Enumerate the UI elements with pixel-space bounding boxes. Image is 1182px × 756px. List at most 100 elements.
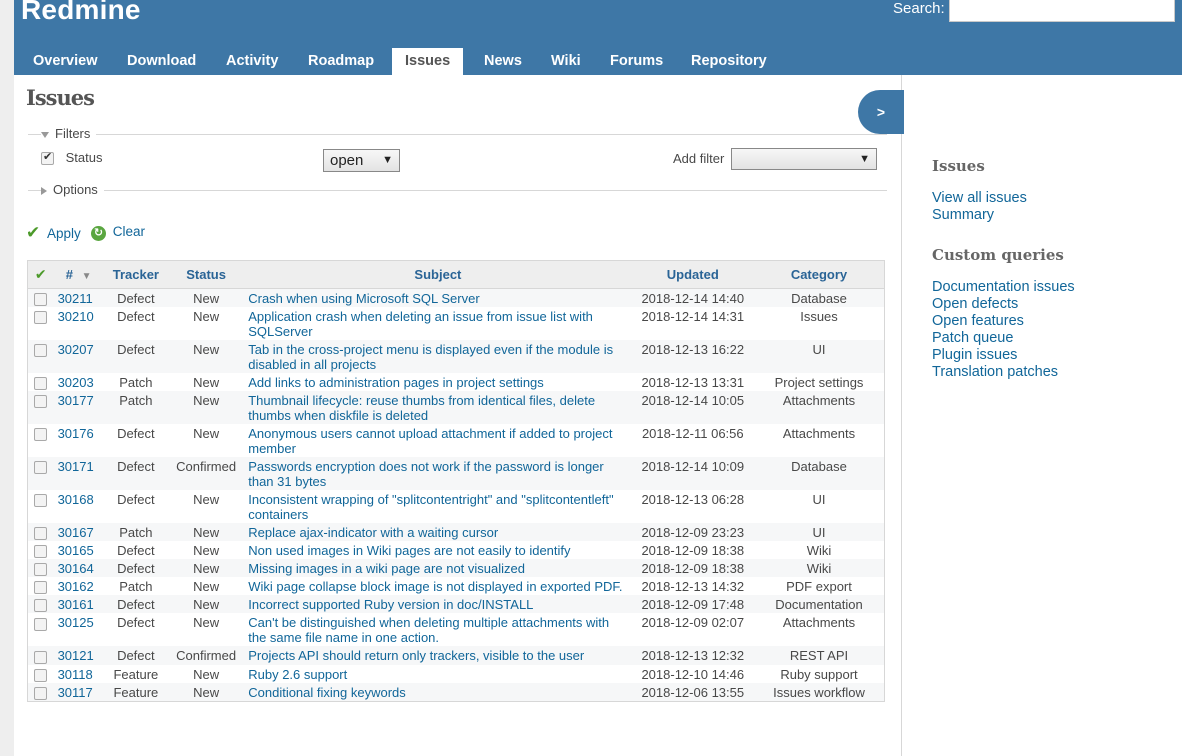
app-title[interactable]: Redmine xyxy=(21,0,141,26)
issue-id-link[interactable]: 30211 xyxy=(58,291,93,306)
column-header-updated[interactable]: Updated xyxy=(631,260,754,289)
query-link-patch-queue[interactable]: Patch queue xyxy=(932,330,1013,346)
issue-subject-link[interactable]: Anonymous users cannot upload attachment… xyxy=(248,426,612,456)
table-row[interactable]: 30161 Defect New Incorrect supported Ruby v… xyxy=(27,595,885,614)
row-checkbox[interactable] xyxy=(34,377,48,391)
tab-overview[interactable]: Overview xyxy=(20,48,111,75)
sidebar-link-view-all-issues[interactable]: View all issues xyxy=(932,190,1027,206)
query-link-open-features[interactable]: Open features xyxy=(932,313,1024,329)
table-row[interactable]: 30125 Defect New Can't be distinguished whe… xyxy=(27,613,885,647)
table-row[interactable]: 30210 Defect New Application crash when del… xyxy=(27,307,885,341)
row-checkbox[interactable] xyxy=(34,293,48,307)
table-row[interactable]: 30167 Patch New Replace ajax-indicator with… xyxy=(27,523,885,542)
tab-wiki[interactable]: Wiki xyxy=(538,48,594,75)
issue-id-link[interactable]: 30168 xyxy=(58,492,94,507)
issue-id-link[interactable]: 30117 xyxy=(58,685,93,700)
table-row[interactable]: 30168 Defect New Inconsistent wrapping of "… xyxy=(27,490,885,524)
row-checkbox[interactable] xyxy=(34,344,48,358)
sidebar-toggle-button[interactable]: > xyxy=(858,90,904,134)
column-header-subject[interactable]: Subject xyxy=(244,260,632,289)
toggle-all-header[interactable]: ✔ xyxy=(27,260,54,289)
issue-id-link[interactable]: 30164 xyxy=(58,561,94,576)
issue-id-link[interactable]: 30203 xyxy=(58,375,94,390)
options-legend[interactable]: Options xyxy=(41,182,104,197)
issue-id-link[interactable]: 30177 xyxy=(58,393,94,408)
row-checkbox[interactable] xyxy=(34,563,48,577)
query-link-open-defects[interactable]: Open defects xyxy=(932,296,1018,312)
issue-id-link[interactable]: 30207 xyxy=(58,342,94,357)
issue-subject-link[interactable]: Missing images in a wiki page are not vi… xyxy=(248,561,525,576)
table-row[interactable]: 30162 Patch New Wiki page collapse block im… xyxy=(27,577,885,596)
query-link-plugin-issues[interactable]: Plugin issues xyxy=(932,347,1017,363)
table-row[interactable]: 30177 Patch New Thumbnail lifecycle: reuse … xyxy=(27,391,885,425)
status-filter-checkbox[interactable] xyxy=(41,150,54,166)
clear-button[interactable]: ↻ Clear xyxy=(91,224,145,241)
column-header-status[interactable]: Status xyxy=(167,260,245,289)
tab-download[interactable]: Download xyxy=(114,48,209,75)
issue-subject-link[interactable]: Ruby 2.6 support xyxy=(248,667,347,682)
issue-subject-link[interactable]: Wiki page collapse block image is not di… xyxy=(248,579,622,594)
tab-forums[interactable]: Forums xyxy=(597,48,676,75)
table-row[interactable]: 30203 Patch New Add links to administration… xyxy=(27,373,885,392)
apply-button[interactable]: ✔ Apply xyxy=(26,223,81,243)
row-checkbox[interactable] xyxy=(34,428,48,442)
add-filter-select[interactable]: ▼ xyxy=(731,148,877,170)
issue-subject-link[interactable]: Application crash when deleting an issue… xyxy=(248,309,593,339)
tab-news[interactable]: News xyxy=(471,48,535,75)
issue-id-link[interactable]: 30171 xyxy=(58,459,94,474)
query-link-translation-patches[interactable]: Translation patches xyxy=(932,364,1058,380)
issue-id-link[interactable]: 30161 xyxy=(58,597,94,612)
issue-subject-link[interactable]: Incorrect supported Ruby version in doc/… xyxy=(248,597,533,612)
query-link-documentation-issues[interactable]: Documentation issues xyxy=(932,279,1075,295)
row-checkbox[interactable] xyxy=(34,650,48,664)
tab-activity[interactable]: Activity xyxy=(213,48,291,75)
search-input[interactable] xyxy=(949,0,1175,22)
tab-repository[interactable]: Repository xyxy=(678,48,780,75)
row-checkbox[interactable] xyxy=(34,395,48,409)
row-checkbox[interactable] xyxy=(34,527,48,541)
filters-legend[interactable]: Filters xyxy=(41,126,97,141)
issue-subject-link[interactable]: Tab in the cross-project menu is display… xyxy=(248,342,613,372)
issue-subject-link[interactable]: Can't be distinguished when deleting mul… xyxy=(248,615,609,645)
issue-subject-link[interactable]: Conditional fixing keywords xyxy=(248,685,406,700)
issue-subject-link[interactable]: Add links to administration pages in pro… xyxy=(248,375,544,390)
issue-id-link[interactable]: 30162 xyxy=(58,579,94,594)
issue-subject-link[interactable]: Projects API should return only trackers… xyxy=(248,648,584,663)
row-checkbox[interactable] xyxy=(34,686,48,700)
issue-subject-link[interactable]: Crash when using Microsoft SQL Server xyxy=(248,291,479,306)
table-row[interactable]: 30165 Defect New Non used images in Wiki pa… xyxy=(27,541,885,560)
issue-subject-link[interactable]: Inconsistent wrapping of "splitcontentri… xyxy=(248,492,613,522)
row-checkbox[interactable] xyxy=(34,461,48,475)
issue-id-link[interactable]: 30176 xyxy=(58,426,94,441)
issue-subject-link[interactable]: Thumbnail lifecycle: reuse thumbs from i… xyxy=(248,393,595,423)
issue-id-link[interactable]: 30167 xyxy=(58,525,94,540)
table-row[interactable]: 30121 Defect Confirmed Projects API should … xyxy=(27,646,885,665)
column-header-id[interactable]: # ▼ xyxy=(53,260,104,289)
column-header-category[interactable]: Category xyxy=(754,260,885,289)
row-checkbox[interactable] xyxy=(34,311,48,325)
sidebar-link-summary[interactable]: Summary xyxy=(932,207,994,223)
issue-id-link[interactable]: 30210 xyxy=(58,309,94,324)
issue-subject-link[interactable]: Replace ajax-indicator with a waiting cu… xyxy=(248,525,498,540)
row-checkbox[interactable] xyxy=(34,668,48,682)
tab-issues[interactable]: Issues xyxy=(392,48,464,75)
issue-subject-link[interactable]: Non used images in Wiki pages are not ea… xyxy=(248,543,570,558)
row-checkbox[interactable] xyxy=(34,599,48,613)
table-row[interactable]: 30207 Defect New Tab in the cross-project m… xyxy=(27,340,885,374)
table-row[interactable]: 30117 Feature New Conditional fixing keywor… xyxy=(27,682,885,702)
issue-subject-link[interactable]: Passwords encryption does not work if th… xyxy=(248,459,604,489)
row-checkbox[interactable] xyxy=(34,494,48,508)
table-row[interactable]: 30164 Defect New Missing images in a wiki p… xyxy=(27,559,885,578)
table-row[interactable]: 30176 Defect New Anonymous users cannot upl… xyxy=(27,424,885,458)
row-checkbox[interactable] xyxy=(34,545,48,559)
row-checkbox[interactable] xyxy=(34,581,48,595)
issue-id-link[interactable]: 30118 xyxy=(58,667,93,682)
issue-id-link[interactable]: 30125 xyxy=(58,615,94,630)
issue-id-link[interactable]: 30121 xyxy=(58,648,94,663)
status-operator-select[interactable]: open ▼ xyxy=(323,149,400,172)
row-checkbox[interactable] xyxy=(34,617,48,631)
issue-id-link[interactable]: 30165 xyxy=(58,543,94,558)
table-row[interactable]: 30118 Feature New Ruby 2.6 support 2018-12-1… xyxy=(27,664,885,683)
table-row[interactable]: 30171 Defect Confirmed Passwords encryption… xyxy=(27,457,885,491)
tab-roadmap[interactable]: Roadmap xyxy=(295,48,387,75)
